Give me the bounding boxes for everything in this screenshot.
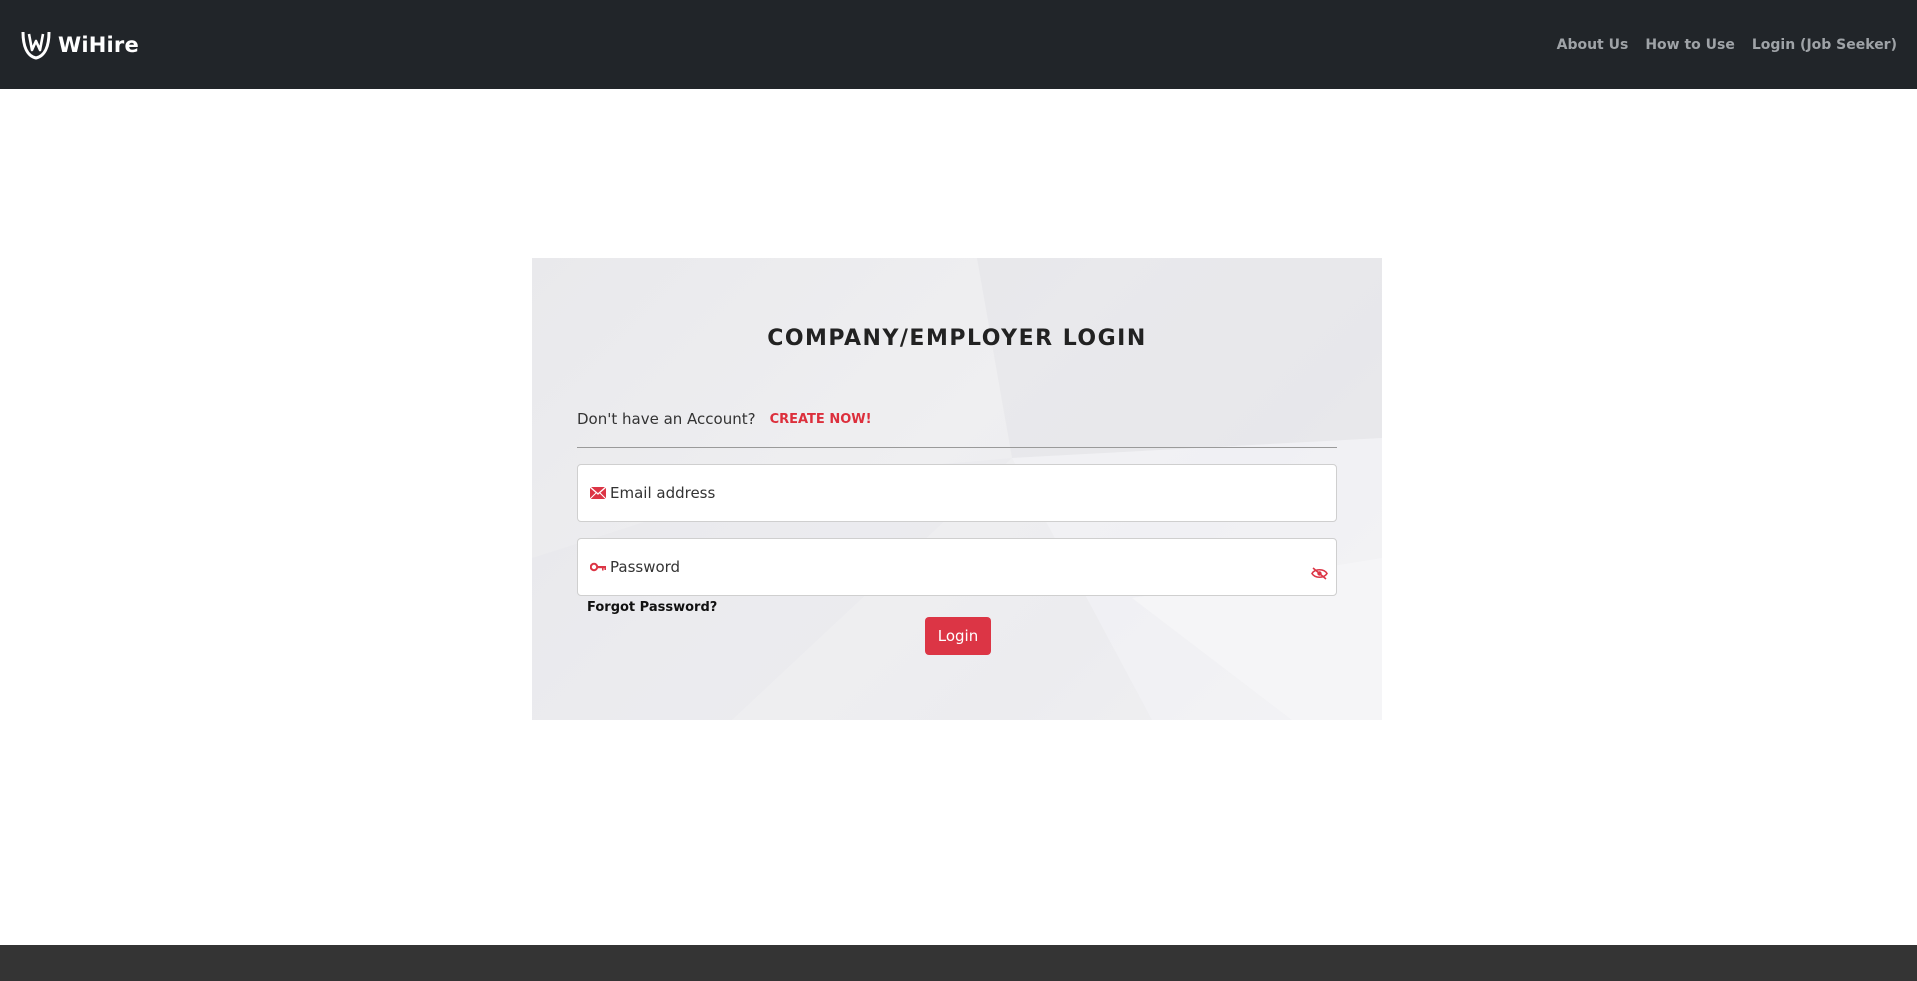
login-title: COMPANY/EMPLOYER LOGIN bbox=[767, 326, 1147, 351]
account-question: Don't have an Account? bbox=[577, 410, 756, 428]
key-icon bbox=[590, 562, 606, 572]
forgot-password-link[interactable]: Forgot Password? bbox=[587, 600, 717, 615]
brand[interactable]: WiHire bbox=[20, 30, 139, 60]
email-input[interactable] bbox=[610, 465, 1336, 521]
envelope-icon bbox=[590, 487, 606, 499]
password-field[interactable] bbox=[577, 538, 1337, 596]
password-input[interactable] bbox=[610, 539, 1336, 595]
divider bbox=[577, 447, 1337, 448]
footer-bar bbox=[0, 945, 1917, 981]
nav-link-how-to-use[interactable]: How to Use bbox=[1645, 37, 1735, 53]
top-navbar: WiHire About Us How to Use Login (Job Se… bbox=[0, 0, 1917, 89]
nav-links: About Us How to Use Login (Job Seeker) bbox=[1557, 37, 1897, 53]
login-button[interactable]: Login bbox=[925, 617, 991, 655]
brand-name: WiHire bbox=[58, 32, 139, 57]
create-account-row: Don't have an Account? CREATE NOW! bbox=[577, 410, 872, 428]
login-card: COMPANY/EMPLOYER LOGIN Don't have an Acc… bbox=[532, 258, 1382, 720]
nav-link-about-us[interactable]: About Us bbox=[1557, 37, 1629, 53]
wihire-logo-icon bbox=[21, 31, 51, 60]
create-account-link[interactable]: CREATE NOW! bbox=[770, 412, 872, 427]
eye-slash-icon[interactable] bbox=[1311, 567, 1328, 580]
nav-link-login-job-seeker[interactable]: Login (Job Seeker) bbox=[1752, 37, 1897, 53]
email-field[interactable] bbox=[577, 464, 1337, 522]
